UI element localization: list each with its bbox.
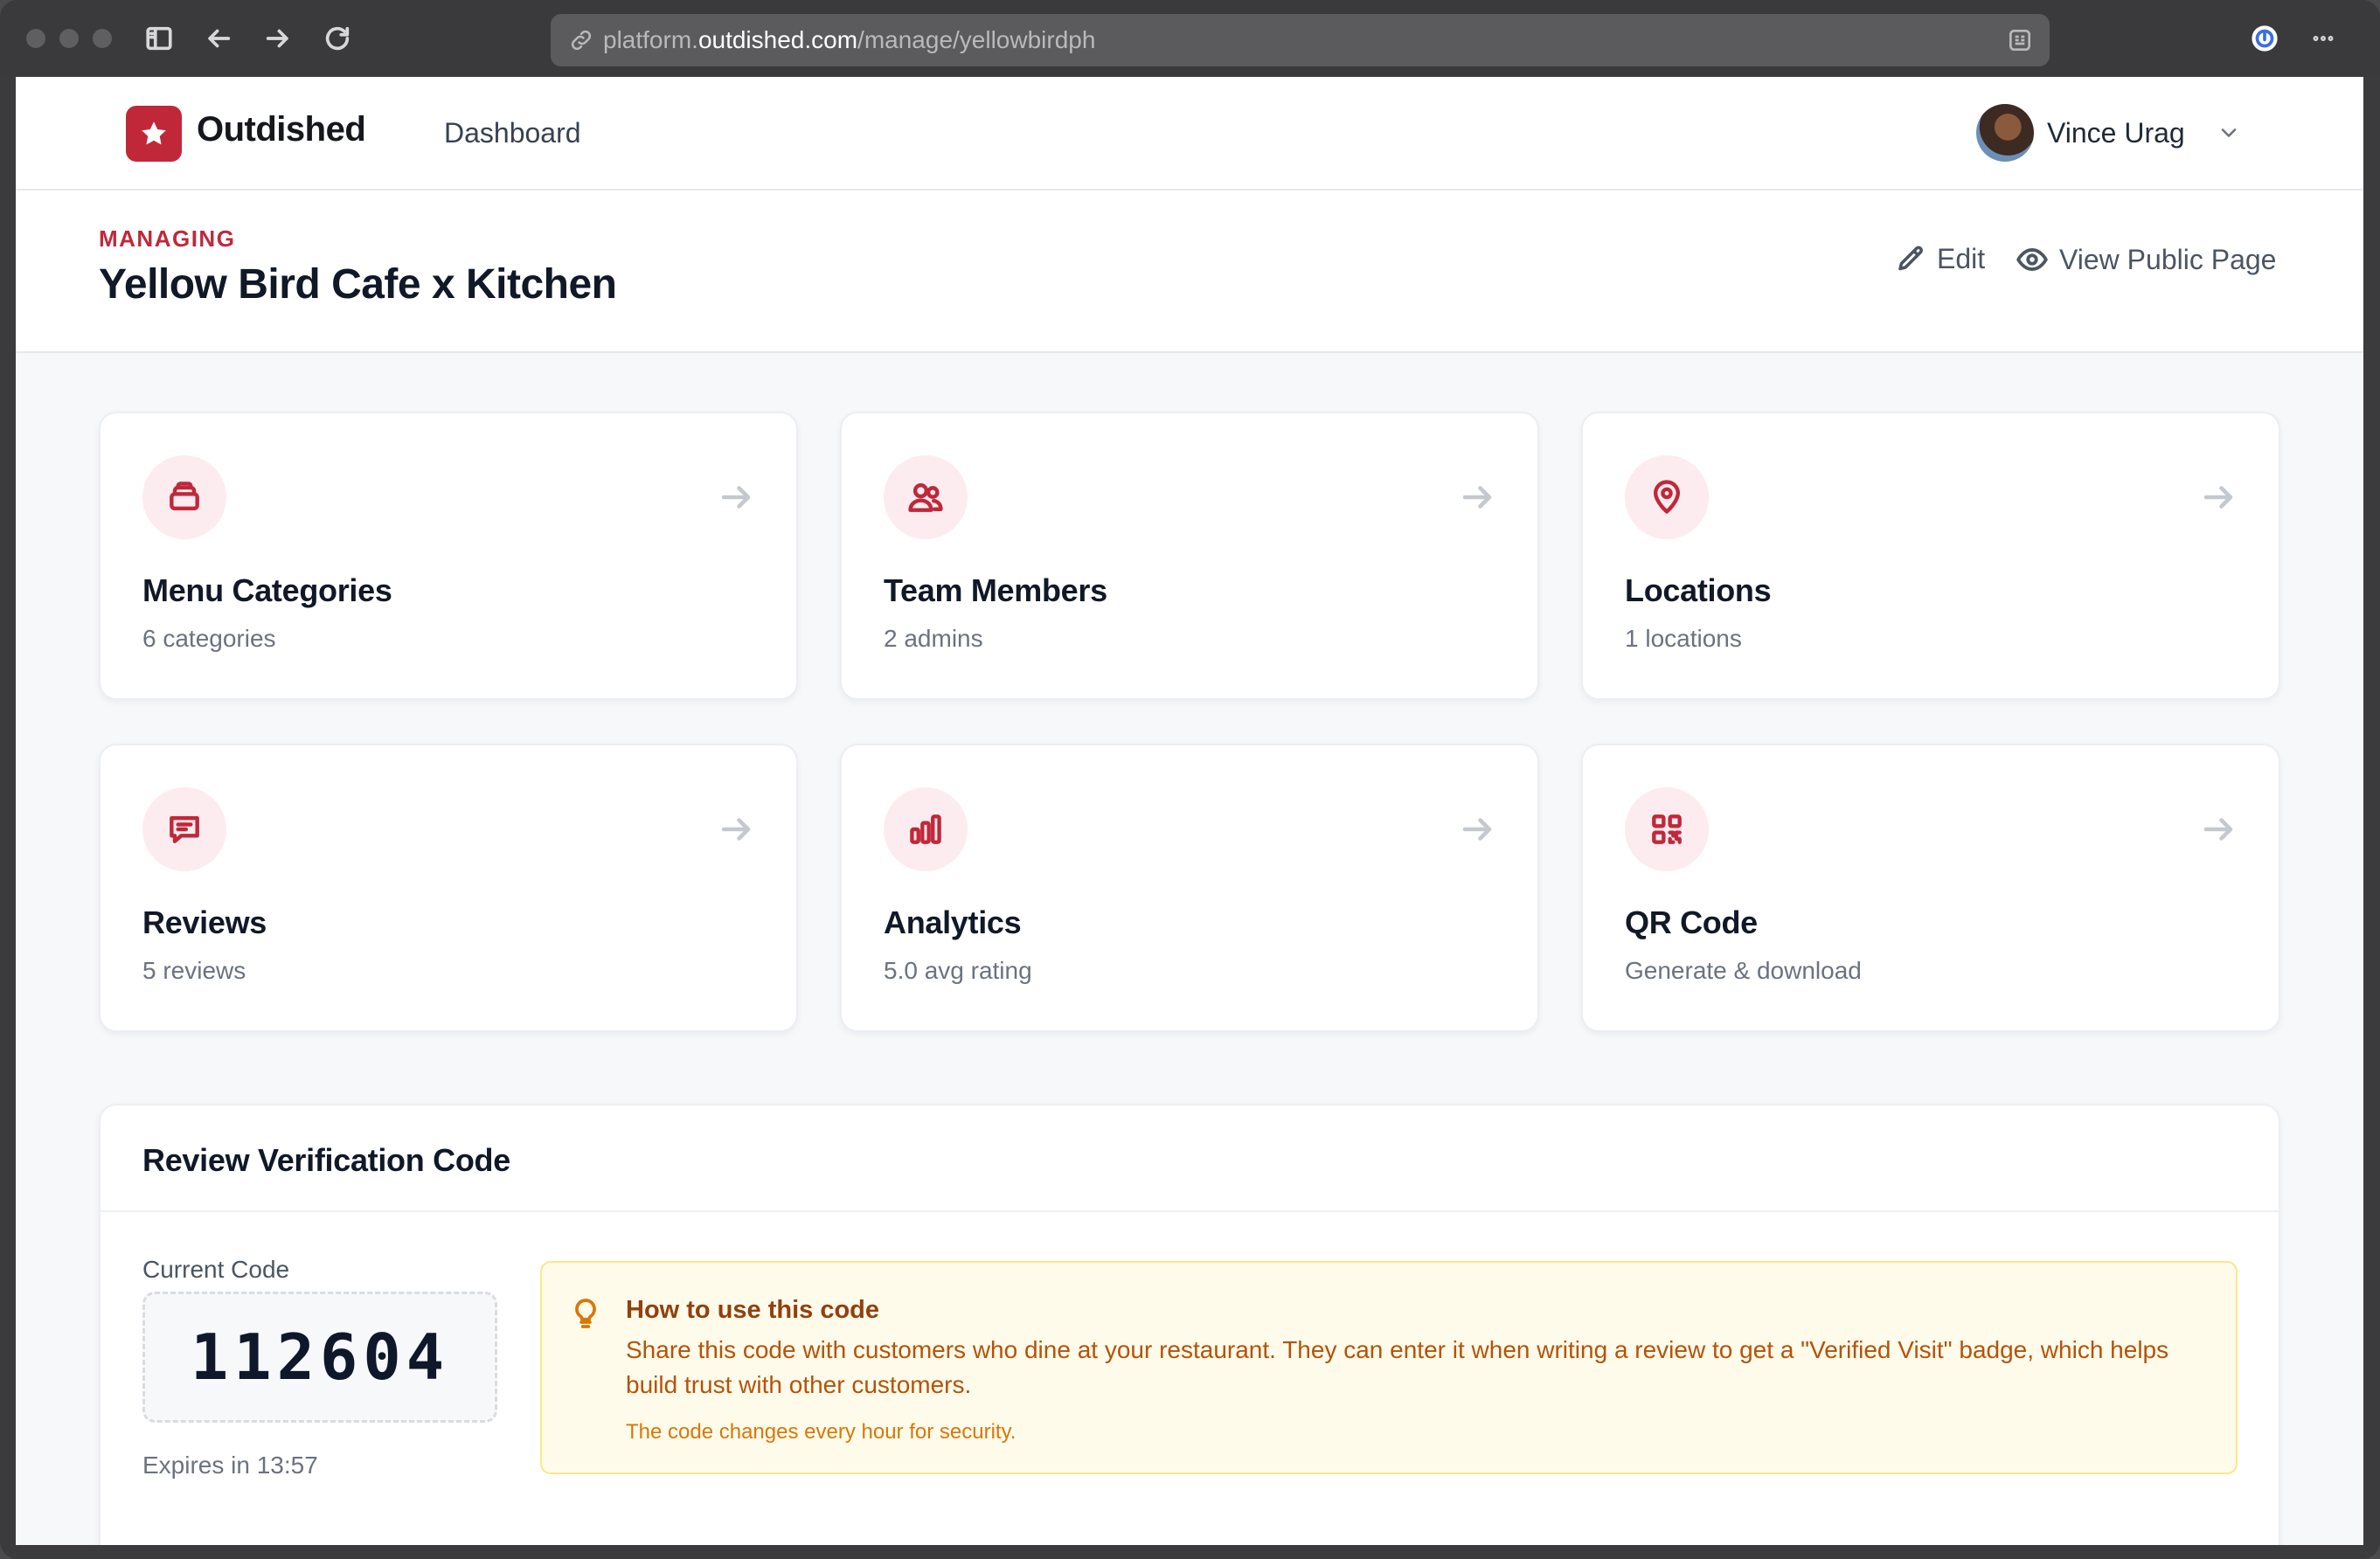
reader-mode-icon[interactable] bbox=[2006, 26, 2034, 54]
expires-countdown: Expires in 13:57 bbox=[142, 1452, 318, 1479]
brand-name[interactable]: Outdished bbox=[197, 110, 366, 149]
logo-star-icon[interactable] bbox=[126, 106, 182, 162]
card-title: Analytics bbox=[884, 904, 1022, 940]
edit-label: Edit bbox=[1937, 243, 1986, 274]
message-icon bbox=[142, 787, 226, 871]
managing-header: MANAGING Yellow Bird Cafe x Kitchen Edit… bbox=[16, 191, 2363, 353]
lightbulb-icon bbox=[568, 1296, 603, 1331]
arrow-right-icon bbox=[718, 811, 754, 848]
card-title: Menu Categories bbox=[142, 572, 392, 608]
arrow-right-icon bbox=[1459, 811, 1495, 848]
card-subtitle: 5 reviews bbox=[142, 957, 246, 984]
page-content: Outdished Dashboard Vince Urag MANAGING … bbox=[16, 77, 2363, 1545]
card-subtitle: 2 admins bbox=[884, 625, 983, 652]
minimize-window-button[interactable] bbox=[59, 29, 79, 48]
bar-chart-icon bbox=[884, 787, 968, 871]
tip-title: How to use this code bbox=[626, 1296, 880, 1324]
more-options-icon[interactable] bbox=[2306, 21, 2341, 56]
close-window-button[interactable] bbox=[26, 29, 45, 48]
panel-header: Review Verification Code bbox=[101, 1105, 2279, 1212]
card-title: Reviews bbox=[142, 904, 267, 940]
browser-toolbar: platform.outdished.com/manage/yellowbird… bbox=[0, 0, 2380, 77]
view-public-page-label: View Public Page bbox=[2059, 243, 2277, 275]
usage-tip-box: How to use this code Share this code wit… bbox=[540, 1261, 2238, 1474]
qr-code-card[interactable]: QR Code Generate & download bbox=[1581, 744, 2280, 1032]
arrow-right-icon bbox=[718, 479, 754, 516]
verification-code: 112604 bbox=[190, 1320, 450, 1394]
forward-arrow-icon[interactable] bbox=[260, 21, 295, 56]
chevron-down-icon[interactable] bbox=[2211, 115, 2246, 150]
top-navigation: Outdished Dashboard Vince Urag bbox=[16, 77, 2363, 191]
page-title: Yellow Bird Cafe x Kitchen bbox=[99, 261, 617, 308]
tip-body: Share this code with customers who dine … bbox=[626, 1336, 2169, 1398]
arrow-right-icon bbox=[2200, 811, 2237, 848]
nav-link-dashboard[interactable]: Dashboard bbox=[444, 117, 581, 149]
zoom-window-button[interactable] bbox=[93, 29, 112, 48]
url-text: platform.outdished.com/manage/yellowbird… bbox=[603, 26, 1096, 53]
user-name[interactable]: Vince Urag bbox=[2047, 117, 2185, 149]
card-subtitle: 5.0 avg rating bbox=[884, 957, 1032, 984]
menu-categories-card[interactable]: Menu Categories 6 categories bbox=[99, 412, 798, 700]
qr-code-icon bbox=[1625, 787, 1709, 871]
card-title: Locations bbox=[1625, 572, 1772, 608]
verification-code-box[interactable]: 112604 bbox=[142, 1292, 497, 1423]
password-manager-icon[interactable] bbox=[2247, 21, 2282, 56]
sidebar-toggle-icon[interactable] bbox=[142, 21, 177, 56]
eye-icon bbox=[2016, 243, 2049, 276]
map-pin-icon bbox=[1625, 455, 1709, 539]
avatar[interactable] bbox=[1976, 104, 2034, 162]
view-public-page-button[interactable]: View Public Page bbox=[2016, 243, 2276, 276]
review-verification-panel: Review Verification Code Current Code 11… bbox=[99, 1104, 2280, 1545]
users-icon bbox=[884, 455, 968, 539]
link-icon bbox=[568, 27, 594, 53]
edit-button[interactable]: Edit bbox=[1895, 243, 1985, 275]
back-arrow-icon[interactable] bbox=[201, 21, 236, 56]
card-subtitle: 6 categories bbox=[142, 625, 276, 652]
card-subtitle: Generate & download bbox=[1625, 957, 1862, 984]
locations-card[interactable]: Locations 1 locations bbox=[1581, 412, 2280, 700]
reviews-card[interactable]: Reviews 5 reviews bbox=[99, 744, 798, 1032]
pencil-icon bbox=[1895, 244, 1926, 275]
current-code-label: Current Code bbox=[142, 1256, 290, 1283]
address-bar[interactable]: platform.outdished.com/manage/yellowbird… bbox=[551, 14, 2050, 66]
team-members-card[interactable]: Team Members 2 admins bbox=[840, 412, 1539, 700]
reload-icon[interactable] bbox=[320, 21, 355, 56]
card-subtitle: 1 locations bbox=[1625, 625, 1742, 652]
arrow-right-icon bbox=[2200, 479, 2237, 516]
managing-eyebrow: MANAGING bbox=[99, 225, 236, 252]
tip-note: The code changes every hour for security… bbox=[626, 1420, 1017, 1444]
analytics-card[interactable]: Analytics 5.0 avg rating bbox=[840, 744, 1539, 1032]
arrow-right-icon bbox=[1459, 479, 1495, 516]
card-title: Team Members bbox=[884, 572, 1107, 608]
card-title: QR Code bbox=[1625, 904, 1758, 940]
browser-window: platform.outdished.com/manage/yellowbird… bbox=[0, 0, 2380, 1559]
panel-title: Review Verification Code bbox=[142, 1142, 510, 1178]
menu-stack-icon bbox=[142, 455, 226, 539]
